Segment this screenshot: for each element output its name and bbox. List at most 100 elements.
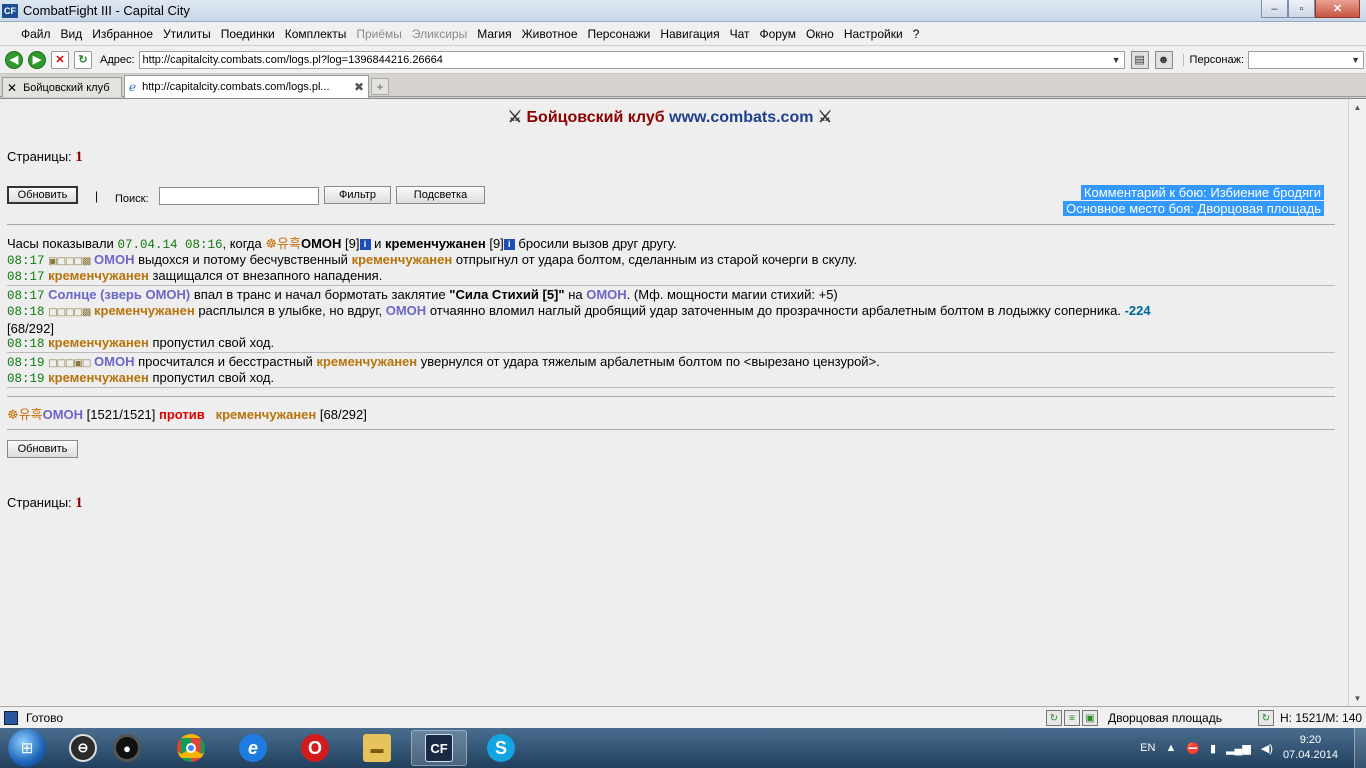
address-url: http://capitalcity.combats.com/logs.pl?l… — [142, 53, 443, 66]
arrow-right-icon: ▶ — [32, 54, 42, 66]
vertical-scrollbar[interactable]: ▲ ▼ — [1348, 99, 1366, 706]
menu-sets[interactable]: Комплекты — [280, 27, 352, 41]
menu-characters[interactable]: Персонажи — [583, 27, 656, 41]
fighter2-name[interactable]: кременчужанен — [216, 407, 317, 422]
tab-combats-club[interactable]: ✕ Бойцовский клуб — [2, 77, 122, 97]
new-tab-button[interactable]: + — [371, 78, 389, 95]
menu-forum[interactable]: Форум — [755, 27, 801, 41]
taskbar-app[interactable]: S — [473, 730, 529, 766]
filter-button[interactable]: Фильтр — [324, 186, 391, 204]
menu-techniques[interactable]: Приёмы — [351, 27, 407, 41]
fighter2-name[interactable]: кременчужанен — [48, 370, 149, 385]
fighter2-name[interactable]: кременчужанен — [48, 268, 149, 283]
refresh-log-button[interactable]: Обновить — [7, 186, 78, 204]
maximize-button[interactable]: ▫ — [1288, 0, 1315, 18]
taskbar-app[interactable]: O — [287, 730, 343, 766]
close-button[interactable]: ✕ — [1315, 0, 1360, 18]
stop-button[interactable]: ✕ — [51, 50, 69, 69]
tool-button-1[interactable]: ▤ — [1130, 50, 1149, 69]
chevron-down-icon[interactable]: ▼ — [1112, 55, 1121, 65]
menu-help[interactable]: ? — [908, 27, 925, 41]
clock-time: 9:20 — [1299, 734, 1322, 746]
map-icon[interactable]: ▣ — [1082, 710, 1098, 726]
back-button[interactable]: ◀ — [5, 50, 23, 69]
highlight-button[interactable]: Подсветка — [396, 186, 485, 204]
taskbar-app[interactable]: ▬ — [349, 730, 405, 766]
fighter2-name[interactable]: кременчужанен — [385, 236, 486, 251]
window-title: CombatFight III - Capital City — [23, 3, 190, 18]
taskbar-app[interactable] — [163, 730, 219, 766]
show-desktop-button[interactable] — [1354, 728, 1366, 768]
fighter1-name[interactable]: ОМОН — [586, 287, 626, 302]
tray-expand-icon[interactable]: ▲ — [1165, 742, 1176, 754]
fighter2-name[interactable]: кременчужанен — [316, 354, 417, 369]
fighter1-name[interactable]: ОМОН — [94, 252, 134, 267]
ie-icon: e — [239, 734, 267, 762]
fighter1-name[interactable]: ОМОН — [386, 303, 426, 318]
fighter2-name[interactable]: кременчужанен — [94, 303, 195, 318]
log-text: выдохся и потому бесчувственный — [138, 252, 348, 267]
stop-icon: ✕ — [55, 54, 65, 66]
taskbar-app[interactable]: ● — [99, 730, 155, 766]
menu-favorites[interactable]: Избранное — [87, 27, 158, 41]
forward-button[interactable]: ▶ — [28, 50, 46, 69]
tab-logs[interactable]: ℯ http://capitalcity.combats.com/logs.pl… — [124, 75, 369, 98]
log-time: 08:17 — [7, 289, 45, 303]
menu-utilities[interactable]: Утилиты — [158, 27, 216, 41]
clock[interactable]: 9:20 07.04.2014 — [1283, 733, 1338, 763]
menu-chat[interactable]: Чат — [725, 27, 755, 41]
menu-navigation[interactable]: Навигация — [655, 27, 724, 41]
hp-mana-text: H: 1521/M: 140 — [1280, 711, 1363, 725]
fighter1-name[interactable]: ОМОН — [43, 407, 83, 422]
spell-name: "Сила Стихий [5]" — [449, 287, 565, 302]
scroll-down-icon[interactable]: ▼ — [1349, 690, 1366, 706]
language-indicator[interactable]: EN — [1140, 742, 1155, 754]
refresh-log-button-bottom[interactable]: Обновить — [7, 440, 78, 458]
search-input[interactable] — [159, 187, 319, 205]
minimize-button[interactable]: – — [1261, 0, 1288, 18]
menu-file[interactable]: Файл — [16, 27, 56, 41]
info-icon[interactable]: i — [359, 239, 371, 250]
fighter1-name[interactable]: ОМОН — [301, 236, 341, 251]
persona-select[interactable]: ▼ — [1248, 50, 1365, 69]
refresh-icon[interactable]: ↻ — [1258, 710, 1274, 726]
page-number[interactable]: 1 — [75, 149, 83, 165]
start-button[interactable]: ⊞ — [8, 729, 46, 767]
page-number[interactable]: 1 — [75, 495, 83, 511]
menu-settings[interactable]: Настройки — [839, 27, 908, 41]
fighter1-name[interactable]: ОМОН — [94, 354, 134, 369]
taskbar-app[interactable]: e — [225, 730, 281, 766]
status-icon — [4, 710, 18, 725]
separator: | — [95, 189, 99, 203]
chrome-icon — [177, 734, 205, 762]
taskbar-app-active[interactable]: CF — [411, 730, 467, 766]
list-icon[interactable]: ≡ — [1064, 710, 1080, 726]
scroll-up-icon[interactable]: ▲ — [1349, 99, 1366, 116]
damage-value: -224 — [1124, 303, 1151, 318]
info-icon[interactable]: i — [503, 239, 515, 250]
menu-fights[interactable]: Поединки — [216, 27, 280, 41]
menu-magic[interactable]: Магия — [472, 27, 516, 41]
menu-elixirs[interactable]: Эликсиры — [407, 27, 472, 41]
refresh-icon[interactable]: ↻ — [1046, 710, 1062, 726]
network-error-icon[interactable]: ⛔ — [1186, 742, 1200, 755]
address-input[interactable]: http://capitalcity.combats.com/logs.pl?l… — [138, 50, 1125, 69]
fighter2-name[interactable]: кременчужанен — [48, 335, 149, 350]
log-entry: 08:19 кременчужанен пропустил свой ход. — [7, 370, 1327, 387]
folder-icon: ▬ — [363, 734, 391, 762]
log-text: пропустил свой ход. — [152, 370, 275, 385]
refresh-button[interactable]: ↻ — [74, 50, 92, 69]
header-site-link[interactable]: www.combats.com — [669, 109, 813, 126]
pages-indicator-bottom: Страницы: 1 — [7, 495, 83, 512]
fighter2-name[interactable]: кременчужанен — [352, 252, 453, 267]
menu-pet[interactable]: Животное — [517, 27, 583, 41]
menu-view[interactable]: Вид — [56, 27, 88, 41]
menu-window[interactable]: Окно — [801, 27, 839, 41]
close-tab-icon[interactable]: ✖ — [354, 80, 364, 94]
log-time: 08:17 — [7, 254, 45, 268]
volume-icon[interactable]: ◀) — [1261, 742, 1273, 755]
signal-icon[interactable]: ▂▄▆ — [1226, 742, 1251, 755]
tool-button-2[interactable]: ☻ — [1154, 50, 1173, 69]
battery-icon[interactable]: ▮ — [1210, 742, 1216, 755]
pet-name[interactable]: Солнце (зверь ОМОН) — [48, 287, 190, 302]
